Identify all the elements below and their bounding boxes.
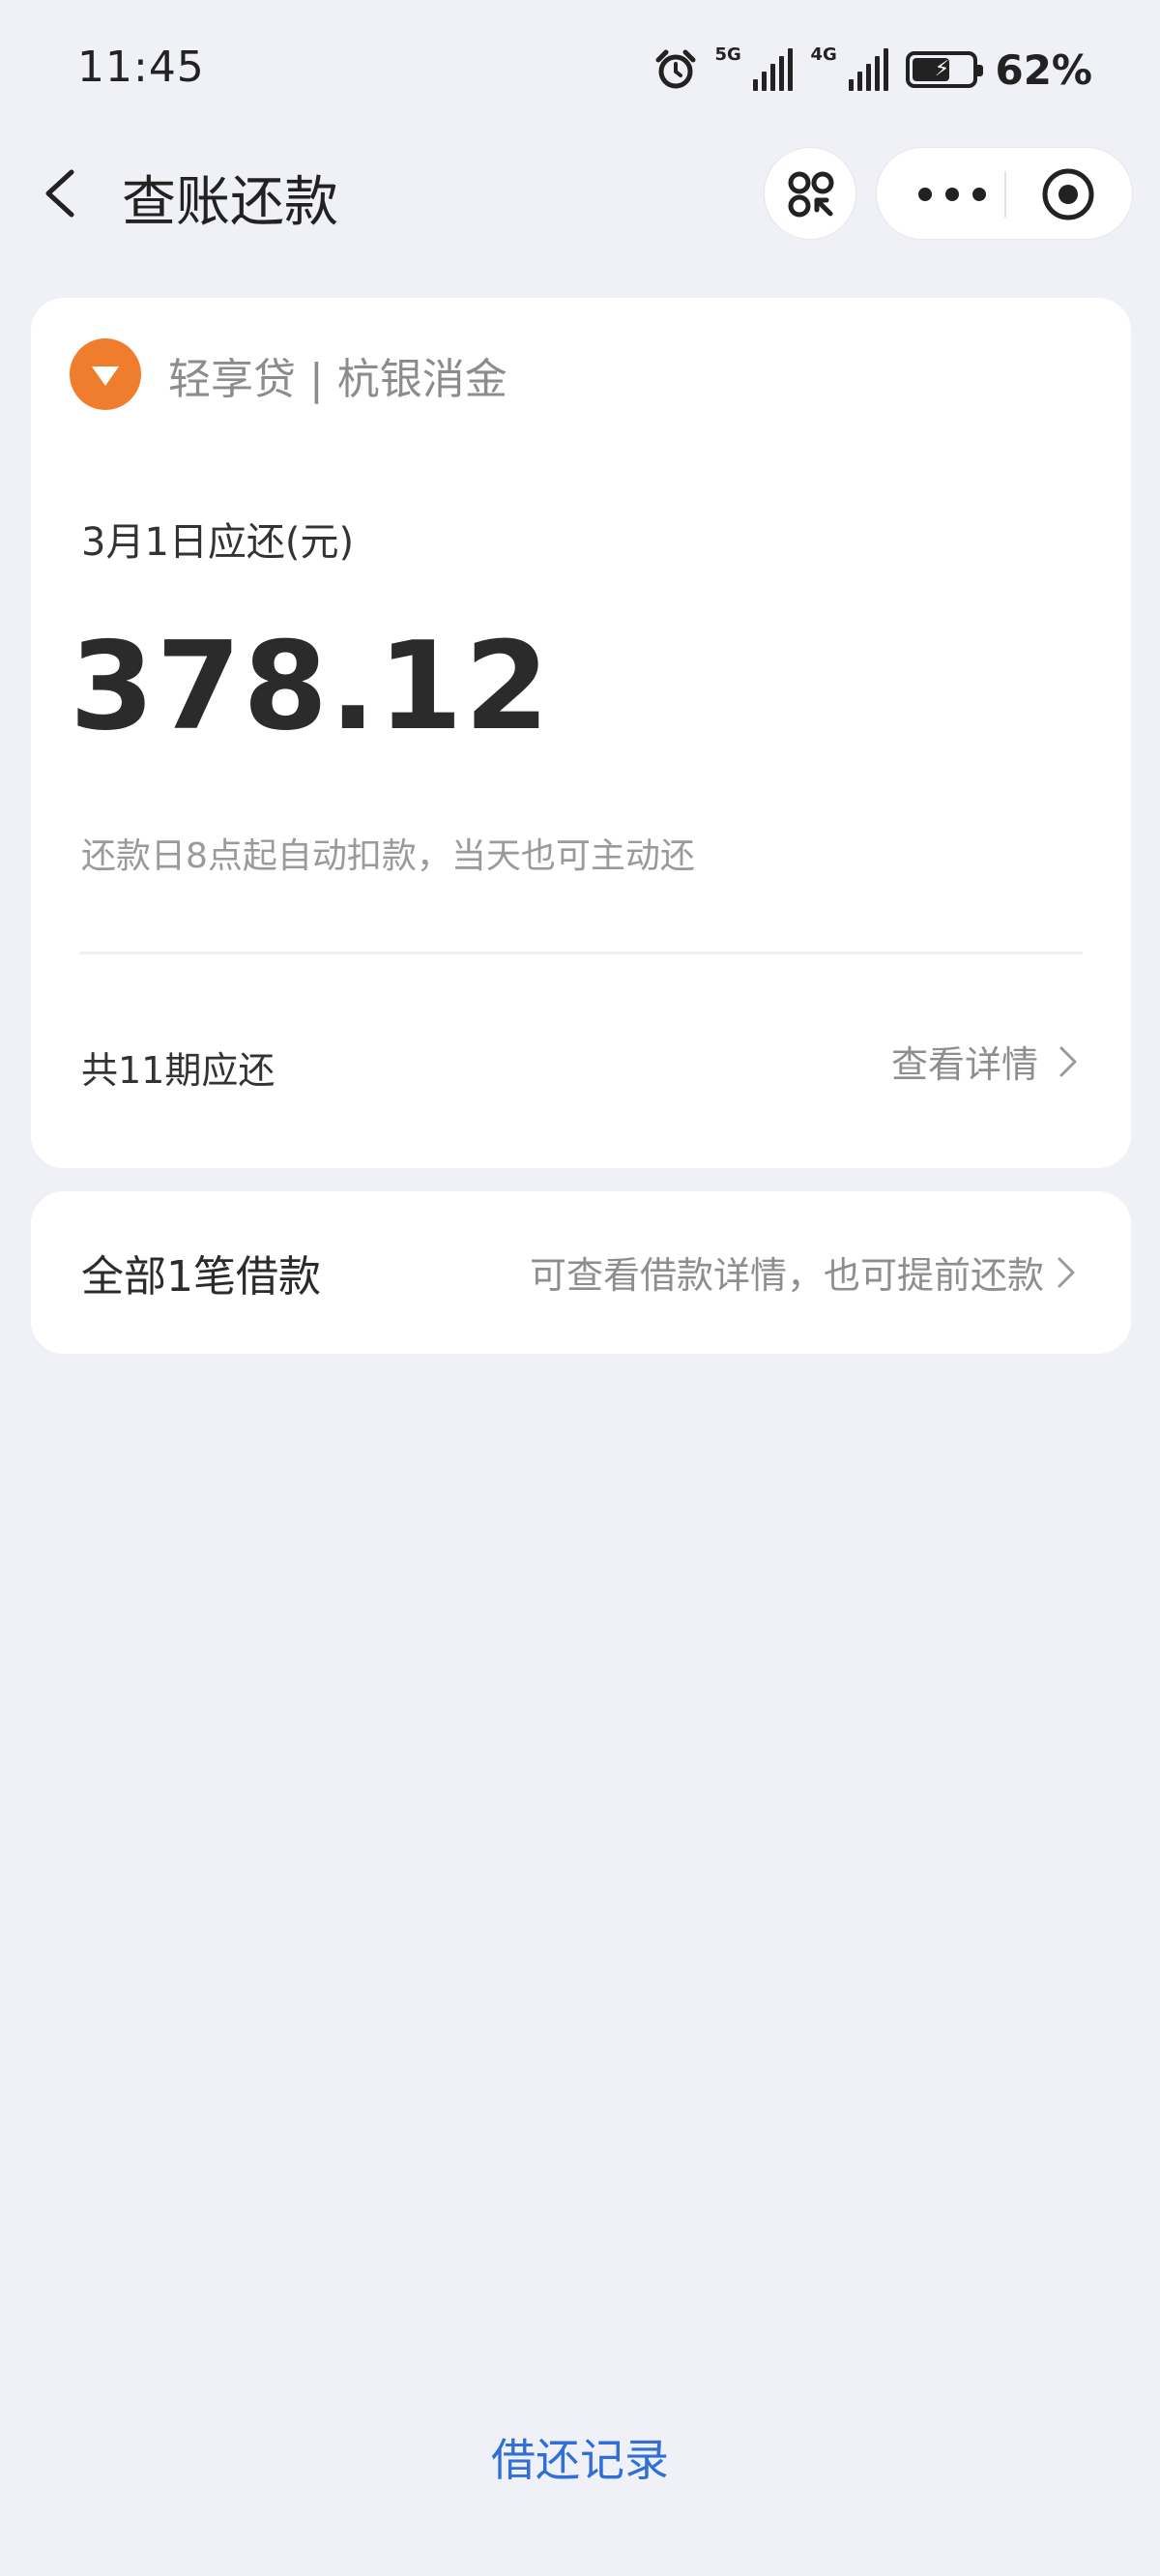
back-arrow-icon[interactable] [35,164,93,222]
divider [79,951,1083,954]
brand-logo [70,338,141,410]
chevron-right-icon [1058,1257,1075,1287]
loans-title: 全部1笔借款 [81,1252,321,1302]
signal-5g-icon: 5G [714,44,794,91]
due-amount: 378.12 [70,615,552,757]
nav-bar: 查账还款 [0,145,1160,242]
page-title: 查账还款 [122,171,338,234]
battery-percent: 62% [995,45,1092,94]
status-bar: 11:45 5G 4G ⚡ 62% [0,0,1160,145]
charging-bolt-icon: ⚡ [934,57,950,81]
diamond-icon [92,366,119,386]
brand-name: 轻享贷 | 杭银消金 [168,355,508,404]
chevron-right-icon [1059,1046,1077,1076]
auto-debit-note: 还款日8点起自动扣款，当天也可主动还 [81,836,695,876]
battery-icon: ⚡ [906,51,984,88]
status-indicators: 5G 4G ⚡ 62% [654,43,1092,97]
close-target-icon[interactable] [1039,165,1097,223]
periods-label: 共11期应还 [81,1049,276,1092]
due-date-label: 3月1日应还(元) [81,520,355,565]
loans-card[interactable]: 全部1笔借款 可查看借款详情，也可提前还款 [31,1191,1131,1354]
view-details-link[interactable]: 查看详情 [891,1035,1079,1088]
signal-5g-label: 5G [714,44,741,65]
status-time: 11:45 [77,43,205,92]
repayment-page: 11:45 5G 4G ⚡ 62% 查账还款 轻享贷 | 杭银消金 3月1日应还… [0,0,1160,2576]
more-dots-icon[interactable] [915,179,989,210]
signal-4g-label: 4G [810,44,837,65]
signal-4g-icon: 4G [810,44,889,91]
alarm-icon [655,49,696,89]
capsule-divider [1004,171,1006,218]
loans-hint-label: 可查看借款详情，也可提前还款 [529,1254,1044,1297]
scan-icon [788,171,834,218]
bill-card: 轻享贷 | 杭银消金 3月1日应还(元) 378.12 还款日8点起自动扣款，当… [31,298,1131,1168]
scan-button[interactable] [764,147,856,240]
miniprogram-capsule [876,147,1133,240]
records-link[interactable]: 借还记录 [0,2425,1160,2489]
view-details-label: 查看详情 [890,1043,1038,1086]
loans-hint: 可查看借款详情，也可提前还款 [530,1245,1077,1299]
